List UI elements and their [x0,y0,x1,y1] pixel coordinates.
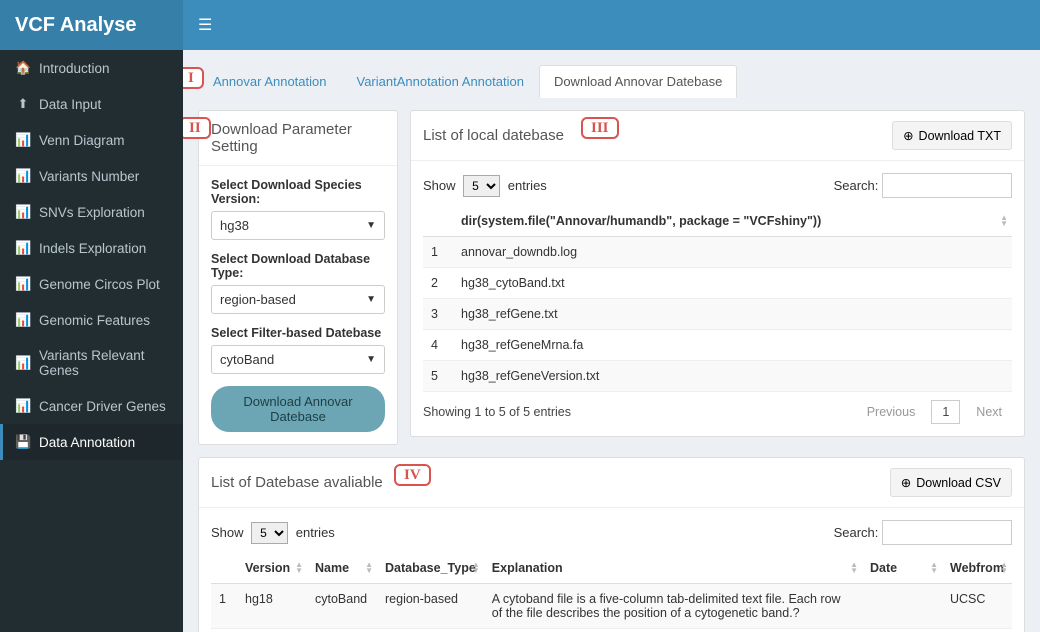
nav-icon: 🏠 [15,60,31,76]
sidebar-item-genome-circos-plot[interactable]: 📊 Genome Circos Plot [0,266,183,302]
local-entries-select[interactable]: 5 [463,175,500,197]
sort-icon[interactable]: ▲▼ [365,562,373,574]
nav-icon: 📊 [15,355,31,371]
db-type-select[interactable]: region-based ▼ [211,285,385,314]
sidebar-item-data-annotation[interactable]: 💾 Data Annotation [0,424,183,460]
sort-icon[interactable]: ▲▼ [1000,215,1008,227]
sidebar-item-label: Cancer Driver Genes [39,399,166,414]
panel-title: List of Datebase avaliable [211,474,383,491]
table-row[interactable]: 2hg38_cytoBand.txt [423,268,1012,299]
download-icon: ⊕ [903,128,913,143]
nav-icon: 📊 [15,132,31,148]
table-info: Showing 1 to 5 of 5 entries [423,405,571,419]
sidebar-item-variants-relevant-genes[interactable]: 📊 Variants Relevant Genes [0,338,183,388]
pager-next[interactable]: Next [966,401,1012,423]
sidebar-item-venn-diagram[interactable]: 📊 Venn Diagram [0,122,183,158]
nav-icon: 📊 [15,240,31,256]
sidebar-item-label: Genomic Features [39,313,150,328]
sidebar-item-label: Venn Diagram [39,133,125,148]
pager-page-1[interactable]: 1 [931,400,960,424]
table-row[interactable]: 1hg18cytoBandregion-basedA cytoband file… [211,584,1012,629]
tabs-row: I Annovar Annotation VariantAnnotation A… [198,65,1025,98]
avail-search-input[interactable] [882,520,1012,545]
pager: Previous 1 Next [857,400,1012,424]
pager-prev[interactable]: Previous [857,401,926,423]
sidebar-item-label: Indels Exploration [39,241,146,256]
nav-icon: 📊 [15,312,31,328]
download-annovar-db-button[interactable]: Download Annovar Datebase [211,386,385,432]
local-db-table: dir(system.file("Annovar/humandb", packa… [423,206,1012,392]
sidebar-item-label: Genome Circos Plot [39,277,160,292]
caret-down-icon: ▼ [366,294,376,305]
sidebar-item-variants-number[interactable]: 📊 Variants Number [0,158,183,194]
download-icon: ⊕ [901,475,911,490]
tab-variantannotation[interactable]: VariantAnnotation Annotation [341,65,538,98]
caret-down-icon: ▼ [366,354,376,365]
sidebar-item-label: SNVs Exploration [39,205,145,220]
filter-db-select[interactable]: cytoBand ▼ [211,345,385,374]
sidebar-item-cancer-driver-genes[interactable]: 📊 Cancer Driver Genes [0,388,183,424]
sidebar-item-label: Data Annotation [39,435,135,450]
tab-annovar-annotation[interactable]: Annovar Annotation [198,65,341,98]
table-row[interactable]: 2hg19cytoBandregion-basedsame as aboveUC… [211,629,1012,632]
download-csv-button[interactable]: ⊕ Download CSV [890,468,1012,497]
download-parameter-panel: II Download Parameter Setting Select Dow… [198,110,398,445]
sidebar-item-genomic-features[interactable]: 📊 Genomic Features [0,302,183,338]
nav-icon: 📊 [15,168,31,184]
sort-icon[interactable]: ▲▼ [472,562,480,574]
sidebar-item-snvs-exploration[interactable]: 📊 SNVs Exploration [0,194,183,230]
panel-title: Download Parameter Setting [211,121,385,155]
sort-icon[interactable]: ▲▼ [930,562,938,574]
sort-icon[interactable]: ▲▼ [850,562,858,574]
species-version-label: Select Download Species Version: [211,178,385,206]
local-database-panel: III List of local datebase ⊕ Download TX… [410,110,1025,437]
nav-icon: 📊 [15,204,31,220]
sidebar-item-label: Data Input [39,97,101,112]
table-row[interactable]: 1annovar_downdb.log [423,237,1012,268]
nav-icon: 💾 [15,434,31,450]
sort-icon[interactable]: ▲▼ [295,562,303,574]
download-txt-button[interactable]: ⊕ Download TXT [892,121,1012,150]
hamburger-icon[interactable]: ☰ [198,15,212,35]
tab-download-annovar-db[interactable]: Download Annovar Datebase [539,65,737,98]
local-search-input[interactable] [882,173,1012,198]
sidebar-item-label: Variants Relevant Genes [39,348,168,378]
filter-db-label: Select Filter-based Datebase [211,326,385,340]
sidebar-item-label: Variants Number [39,169,139,184]
avail-entries-select[interactable]: 5 [251,522,288,544]
search-label: Search: [834,178,879,193]
sidebar-item-data-input[interactable]: ⬆ Data Input [0,86,183,122]
table-row[interactable]: 4hg38_refGeneMrna.fa [423,330,1012,361]
table-row[interactable]: 3hg38_refGene.txt [423,299,1012,330]
app-logo: VCF Analyse [0,0,183,50]
available-database-panel: IV List of Datebase avaliable ⊕ Download… [198,457,1025,632]
panel-title: List of local datebase [423,127,564,144]
app-title: VCF Analyse [15,14,137,37]
sidebar-item-indels-exploration[interactable]: 📊 Indels Exploration [0,230,183,266]
caret-down-icon: ▼ [366,220,376,231]
species-version-select[interactable]: hg38 ▼ [211,211,385,240]
nav-icon: ⬆ [15,96,31,112]
search-label: Search: [834,525,879,540]
nav-icon: 📊 [15,276,31,292]
sidebar: 🏠 Introduction ⬆ Data Input 📊 Venn Diagram 📊 Va… [0,50,183,632]
avail-db-table: Version▲▼ Name▲▼ Database_Type▲▼ Explana… [211,553,1012,632]
sidebar-item-label: Introduction [39,61,110,76]
sort-icon[interactable]: ▲▼ [1000,562,1008,574]
table-row[interactable]: 5hg38_refGeneVersion.txt [423,361,1012,392]
db-type-label: Select Download Database Type: [211,252,385,280]
sidebar-item-introduction[interactable]: 🏠 Introduction [0,50,183,86]
nav-icon: 📊 [15,398,31,414]
